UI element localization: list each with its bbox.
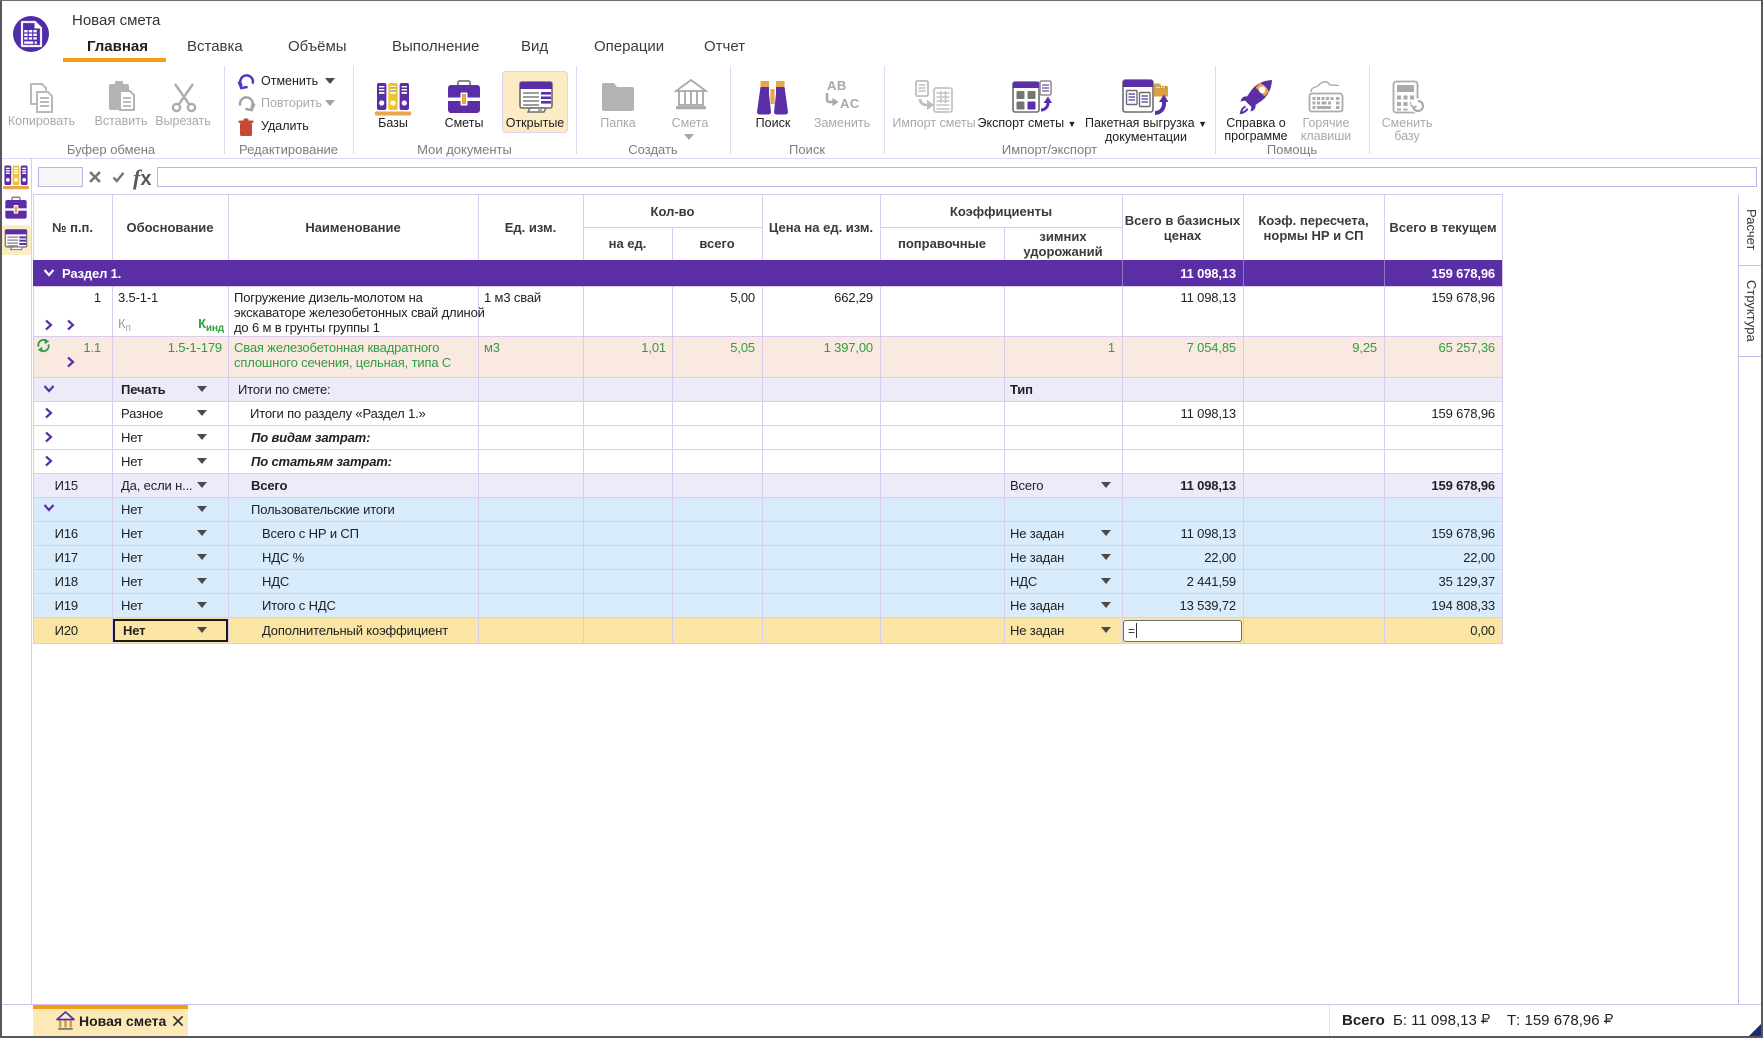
- svg-text:P: P: [1481, 1013, 1490, 1026]
- svg-text:P: P: [1604, 1013, 1613, 1026]
